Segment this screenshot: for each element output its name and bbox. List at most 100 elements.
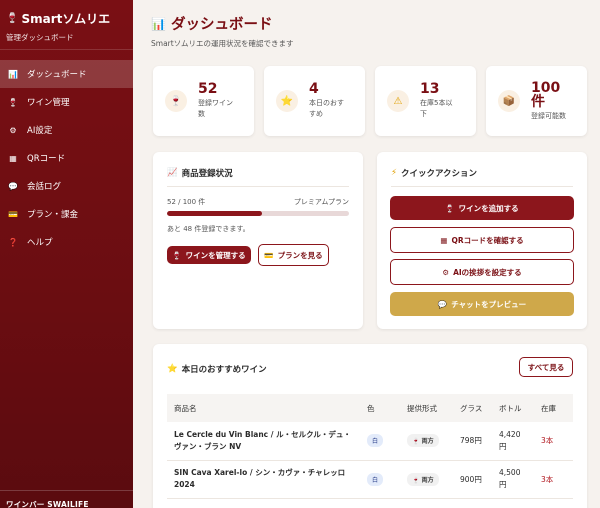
wine-glass-icon: 🍷: [6, 13, 19, 24]
sidebar-item-help[interactable]: ❓ ヘルプ: [0, 228, 133, 256]
page-title: 📊 ダッシュボード: [151, 13, 272, 34]
sidebar-item-qr[interactable]: ▦ QRコード: [0, 144, 133, 172]
speech-bubble-icon: 💬: [8, 181, 18, 191]
wine-glass-icon: 🍷: [412, 476, 420, 484]
wine-name: Le Cercle du Vin Blanc / ル・セルクル・デュ・ ヴァン・ブ…: [167, 422, 360, 461]
format-badge: 🍷 両方: [407, 434, 439, 448]
color-badge: 白: [367, 434, 384, 448]
sidebar-item-ai-settings[interactable]: ⚙ AI設定: [0, 116, 133, 144]
sidebar-item-label: QRコード: [27, 154, 66, 164]
stat-card-capacity: 📦 100 件 登録可能数: [486, 66, 587, 136]
stock-count: 3本: [534, 460, 573, 499]
stat-label: 本日のおす すめ: [309, 99, 344, 118]
registration-title: 📈 商品登録状況: [167, 168, 233, 179]
preview-chat-button[interactable]: 💬 チャットをプレビュー: [390, 292, 574, 316]
page-subtitle: Smartソムリエの運用状況を確認できます: [151, 39, 294, 48]
stat-label: 登録可能数: [531, 111, 566, 120]
recommend-title: ⭐ 本日のおすすめワイン: [167, 364, 267, 375]
star-icon: ⭐: [276, 90, 298, 112]
wine-name: SIN Cava Xarel-lo / シン・カヴァ・チャレッロ 2024: [167, 460, 360, 499]
sidebar-item-label: プラン・課金: [27, 210, 79, 220]
quick-actions-card: ⚡ クイックアクション 🍷 ワインを追加する ▦ QRコードを確認する ⚙ AI…: [377, 152, 587, 329]
glass-price: 798円: [453, 422, 492, 461]
chart-icon: 📊: [151, 16, 166, 31]
wine-glass-icon: 🍷: [8, 97, 18, 107]
wine-glass-icon: 🍷: [172, 250, 182, 260]
brand: 🍷 Smartソムリエ 管理ダッシュボード: [0, 0, 133, 50]
col-name: 商品名: [167, 394, 360, 422]
format-badge: 🍷 両方: [407, 472, 439, 486]
sidebar-item-label: ワイン管理: [27, 98, 70, 108]
sidebar-item-dashboard[interactable]: 📊 ダッシュボード: [0, 60, 133, 88]
gear-icon: ⚙: [9, 125, 17, 135]
recommend-table-wrap: 商品名 色 提供形式 グラス ボトル 在庫 Le Cercle du Vin B…: [167, 394, 573, 499]
plan-name: プレミアムプラン: [293, 198, 349, 206]
qr-icon: ▦: [440, 235, 448, 245]
set-ai-greeting-button[interactable]: ⚙ AIの挨拶を設定する: [390, 259, 574, 285]
brand-subtitle: 管理ダッシュボード: [6, 33, 74, 42]
view-plan-button[interactable]: 💳 プランを見る: [258, 244, 329, 266]
see-all-button[interactable]: すべて見る: [519, 357, 573, 377]
main-content: 📊 ダッシュボード Smartソムリエの運用状況を確認できます 🍷 52 登録ワ…: [133, 0, 600, 508]
stat-card-low-stock: ⚠ 13 在庫5本以下: [375, 66, 476, 136]
sidebar-item-billing[interactable]: 💳 プラン・課金: [0, 200, 133, 228]
registration-card: 📈 商品登録状況 52 / 100 件 プレミアムプラン あと 48 件登録でき…: [153, 152, 363, 329]
bottle-price: 4,500 円: [492, 460, 534, 499]
col-color: 色: [360, 394, 400, 422]
brand-title[interactable]: 🍷 Smartソムリエ: [6, 10, 127, 27]
stat-value: 52: [198, 81, 218, 97]
remaining-text: あと 48 件登録できます。: [167, 225, 250, 233]
question-icon: ❓: [8, 237, 18, 247]
stat-card-wines: 🍷 52 登録ワイン数: [153, 66, 254, 136]
col-format: 提供形式: [400, 394, 453, 422]
sidebar-nav: 📊 ダッシュボード 🍷 ワイン管理 ⚙ AI設定 ▦ QRコード 💬 会話ログ …: [0, 60, 133, 256]
col-stock: 在庫: [534, 394, 573, 422]
view-qr-button[interactable]: ▦ QRコードを確認する: [390, 227, 574, 253]
table-row[interactable]: Le Cercle du Vin Blanc / ル・セルクル・デュ・ ヴァン・ブ…: [167, 422, 573, 461]
lightning-icon: ⚡: [391, 168, 397, 178]
recommend-card: ⭐ 本日のおすすめワイン すべて見る 商品名 色 提供形式 グラス ボトル 在庫: [153, 344, 587, 508]
stat-value: 4: [309, 81, 319, 97]
wine-glass-icon: 🍷: [412, 438, 420, 446]
sidebar-item-chat-log[interactable]: 💬 会話ログ: [0, 172, 133, 200]
sidebar-item-label: ヘルプ: [27, 238, 53, 248]
gear-icon: ⚙: [442, 267, 450, 277]
manage-wine-button[interactable]: 🍷 ワインを管理する: [167, 246, 251, 264]
wine-glass-icon: 🍷: [165, 90, 187, 112]
quick-actions-title: ⚡ クイックアクション: [391, 168, 478, 179]
credit-card-icon: 💳: [8, 209, 18, 219]
sidebar-item-label: ダッシュボード: [27, 70, 87, 80]
stock-count: 3本: [534, 422, 573, 461]
registration-progress-text: 52 / 100 件 プレミアムプラン: [167, 197, 349, 207]
store-name: ワインバー SWAILIFE: [0, 490, 133, 508]
chart-icon: 📊: [8, 69, 18, 79]
sidebar: 🍷 Smartソムリエ 管理ダッシュボード 📊 ダッシュボード 🍷 ワイン管理 …: [0, 0, 133, 508]
wine-glass-icon: 🍷: [445, 203, 455, 213]
box-icon: 📦: [498, 90, 520, 112]
stat-value: 100 件: [531, 79, 561, 110]
col-glass: グラス: [453, 394, 492, 422]
stat-value: 13: [420, 81, 440, 97]
qr-icon: ▦: [9, 153, 17, 163]
glass-price: 900円: [453, 460, 492, 499]
page-title-text: ダッシュボード: [170, 17, 273, 33]
credit-card-icon: 💳: [264, 250, 274, 260]
color-badge: 白: [367, 472, 384, 486]
registration-progress-fill: [167, 211, 262, 216]
warning-icon: ⚠: [387, 90, 409, 112]
sidebar-item-wine[interactable]: 🍷 ワイン管理: [0, 88, 133, 116]
trend-icon: 📈: [167, 168, 178, 178]
recommend-table: 商品名 色 提供形式 グラス ボトル 在庫 Le Cercle du Vin B…: [167, 394, 573, 499]
stat-card-recommend: ⭐ 4 本日のおす すめ: [264, 66, 365, 136]
add-wine-button[interactable]: 🍷 ワインを追加する: [390, 196, 574, 220]
sidebar-item-label: 会話ログ: [27, 182, 62, 192]
bottle-price: 4,420 円: [492, 422, 534, 461]
registration-count: 52 / 100 件: [167, 198, 206, 206]
registration-progress-bar: [167, 211, 349, 216]
table-header-row: 商品名 色 提供形式 グラス ボトル 在庫: [167, 394, 573, 422]
table-row[interactable]: SIN Cava Xarel-lo / シン・カヴァ・チャレッロ 2024 白 🍷…: [167, 460, 573, 499]
speech-bubble-icon: 💬: [437, 299, 448, 309]
stat-label: 在庫5本以下: [420, 99, 453, 118]
sidebar-item-label: AI設定: [27, 126, 53, 136]
stat-label: 登録ワイン数: [198, 99, 233, 118]
